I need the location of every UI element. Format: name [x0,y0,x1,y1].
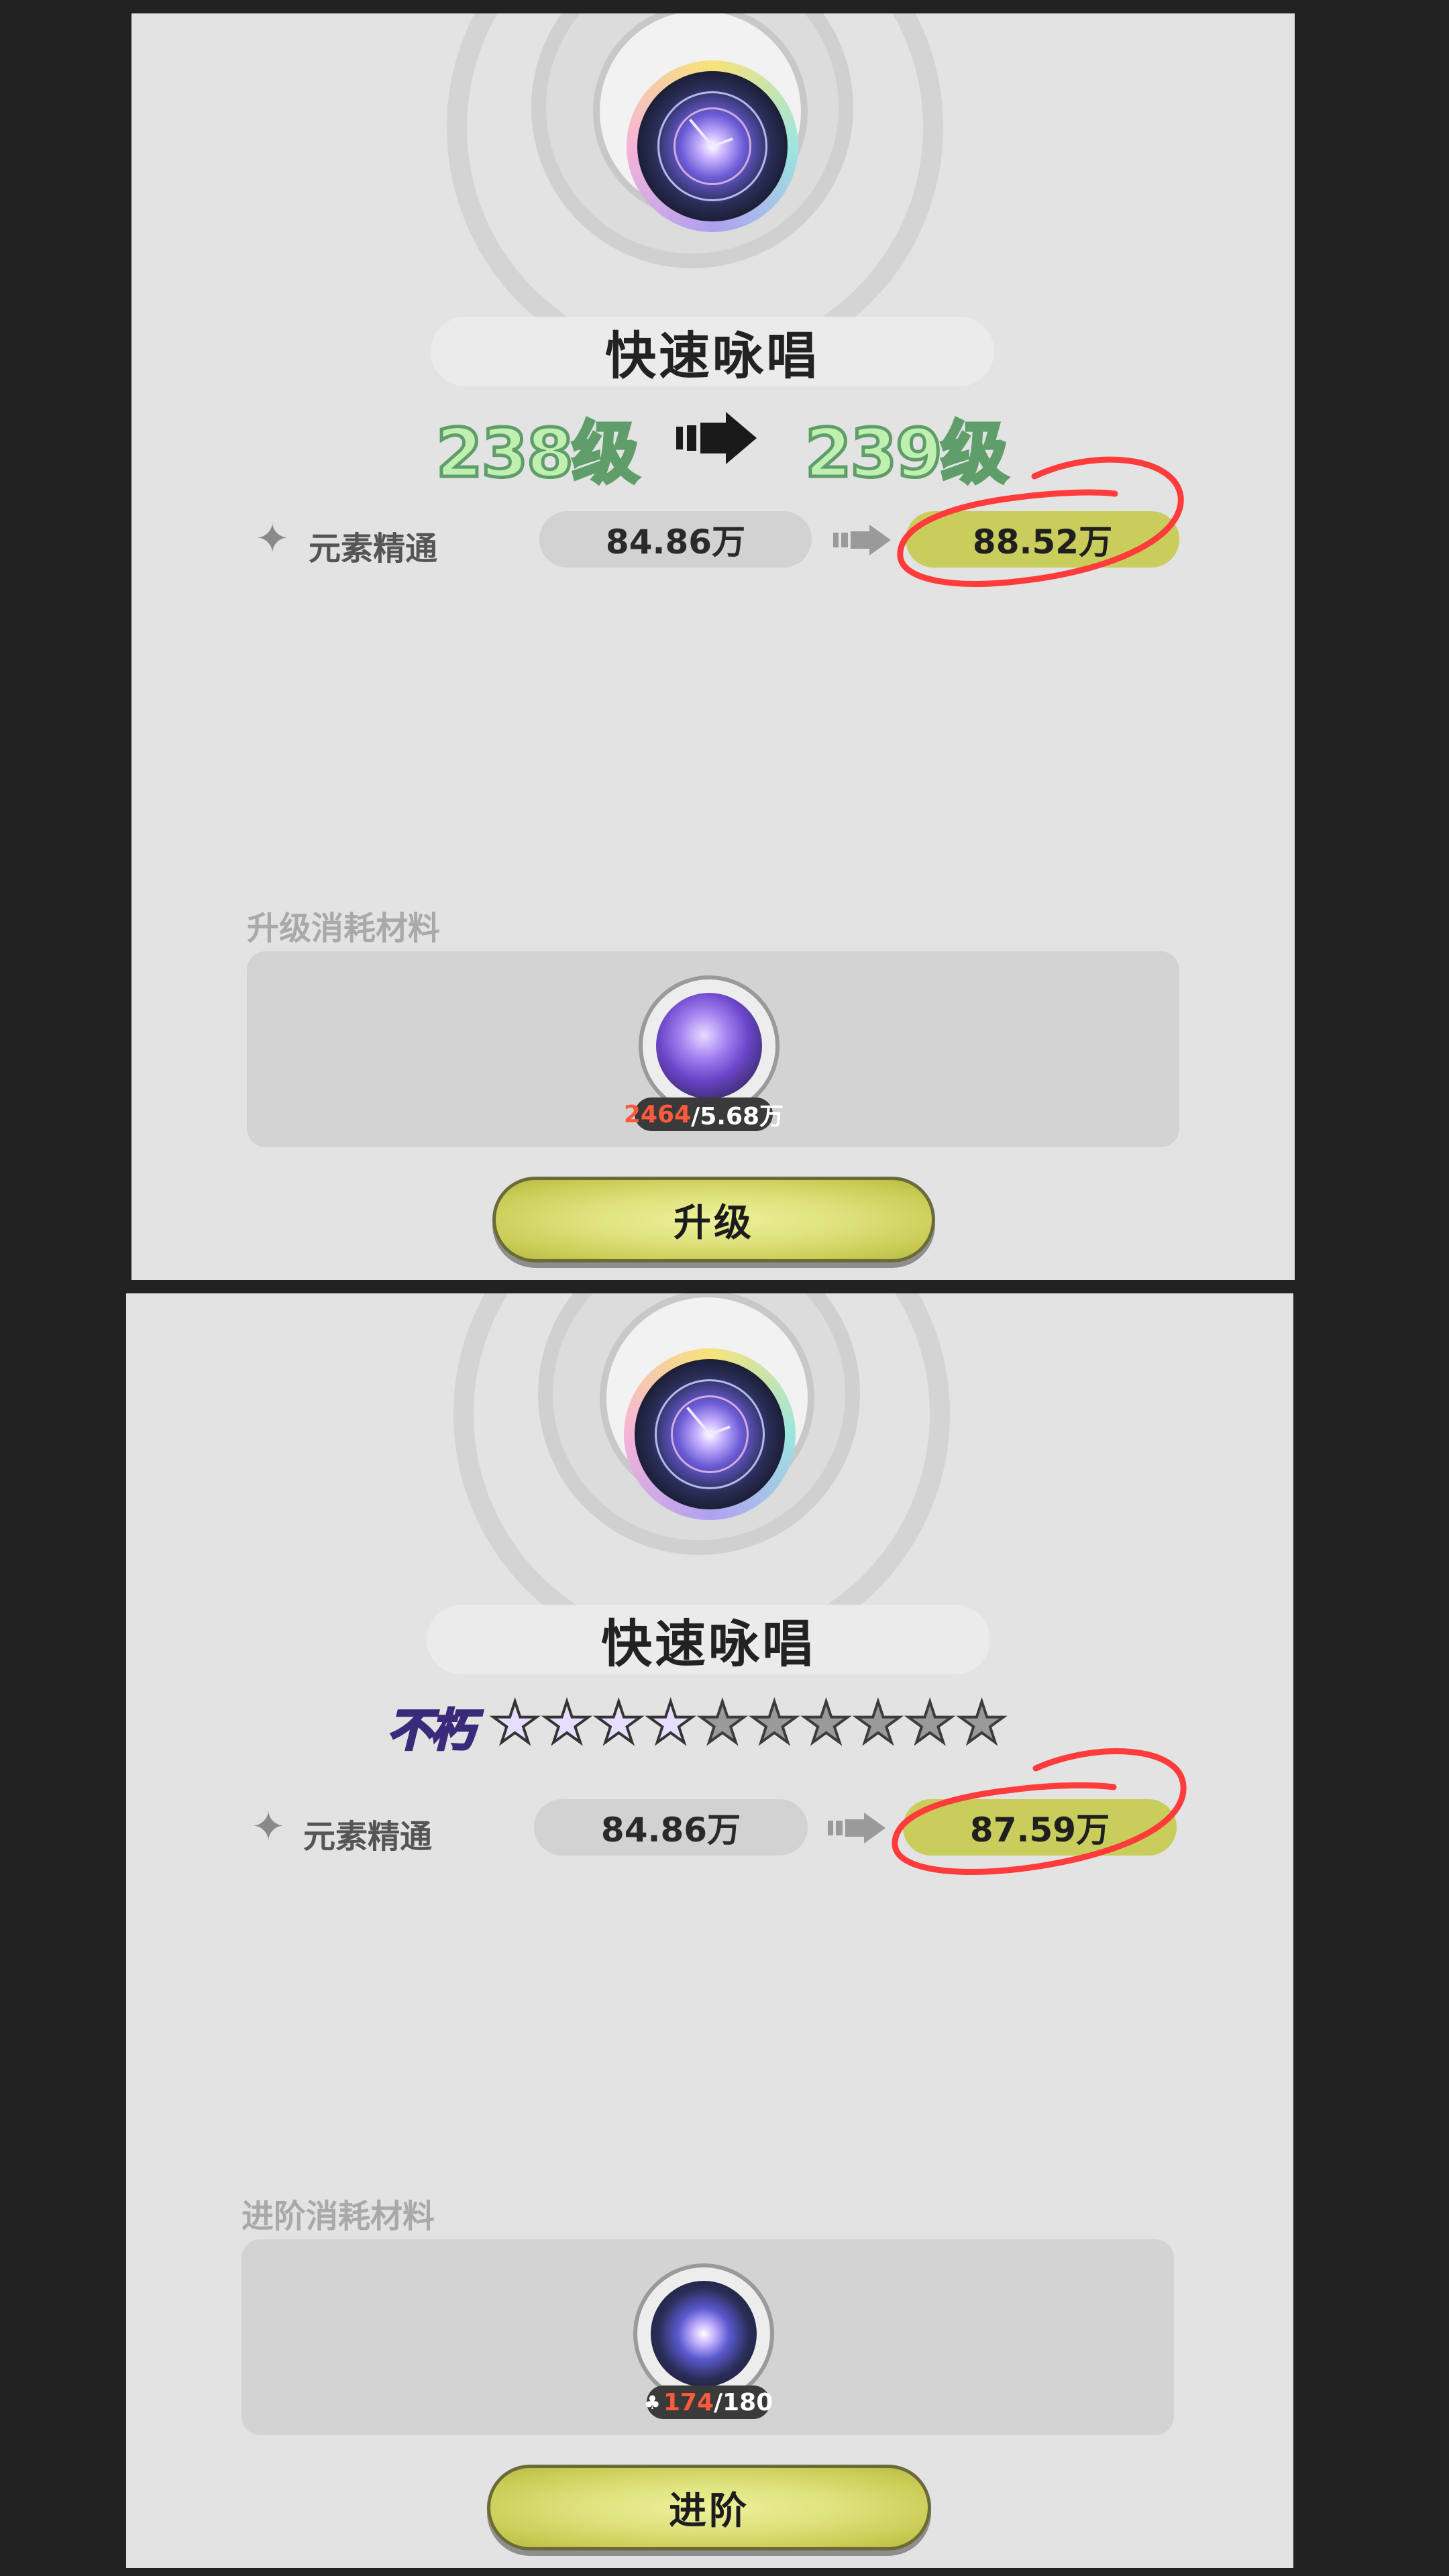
arrow-right-icon [676,412,757,464]
ascend-button[interactable]: 进阶 [487,2465,931,2551]
skill-title: 快速咏唱 [601,1614,816,1674]
star-empty-icon: ★ [748,1690,801,1756]
skill-emblem-icon [624,1348,796,1520]
upgrade-panel: 快速咏唱 238级 239级 ✦ 元素精通 84.86万 88.52万 升级消耗… [131,13,1295,1280]
stat-label: 元素精通 [309,530,438,568]
stat-label: 元素精通 [303,1818,433,1856]
red-circle-annotation [892,1748,1187,1875]
material-need-count: /180 [713,2388,773,2416]
emblem-shard-icon[interactable] [633,2263,774,2404]
materials-box: ♣ 174/180 [241,2239,1174,2435]
star-filled-icon: ★ [592,1690,645,1756]
material-need-count: /5.68万 [691,1103,784,1130]
arrow-right-icon [828,1813,885,1843]
stat-current-value: 84.86万 [539,511,812,568]
level-from: 238级 [435,413,641,494]
skill-emblem-icon [627,60,798,232]
star-filled-icon: ★ [488,1690,541,1756]
materials-box: 2464/5.68万 [247,951,1179,1147]
star-empty-icon: ★ [696,1690,749,1756]
materials-section-label: 升级消耗材料 [247,910,441,947]
lock-icon: ♣ [643,2391,661,2414]
sparkle-icon: ✦ [255,514,290,563]
skill-title-pill: 快速咏唱 [431,317,994,386]
star-filled-icon: ★ [540,1690,593,1756]
skill-title: 快速咏唱 [605,326,820,386]
material-have-count: 174 [663,2388,714,2416]
material-count-badge: ♣ 174/180 [643,2385,773,2419]
purple-crystal-icon[interactable] [639,975,780,1116]
materials-section-label: 进阶消耗材料 [241,2198,435,2235]
red-circle-annotation [897,456,1184,587]
arrow-right-icon [833,525,891,555]
rank-label: 不朽 [386,1703,476,1758]
skill-title-pill: 快速咏唱 [427,1605,990,1674]
star-filled-icon: ★ [644,1690,697,1756]
star-empty-icon: ★ [800,1690,853,1756]
upgrade-button[interactable]: 升级 [492,1177,935,1263]
material-count-badge: 2464/5.68万 [624,1097,784,1131]
stat-current-value: 84.86万 [534,1799,808,1856]
ascend-panel: 快速咏唱 不朽 ★ ★ ★ ★ ★ ★ ★ ★ ★ ★ ✦ 元素精通 84.86万 87.59万 … [126,1293,1293,2568]
material-have-count: 2464 [623,1100,692,1128]
sparkle-icon: ✦ [251,1802,286,1851]
